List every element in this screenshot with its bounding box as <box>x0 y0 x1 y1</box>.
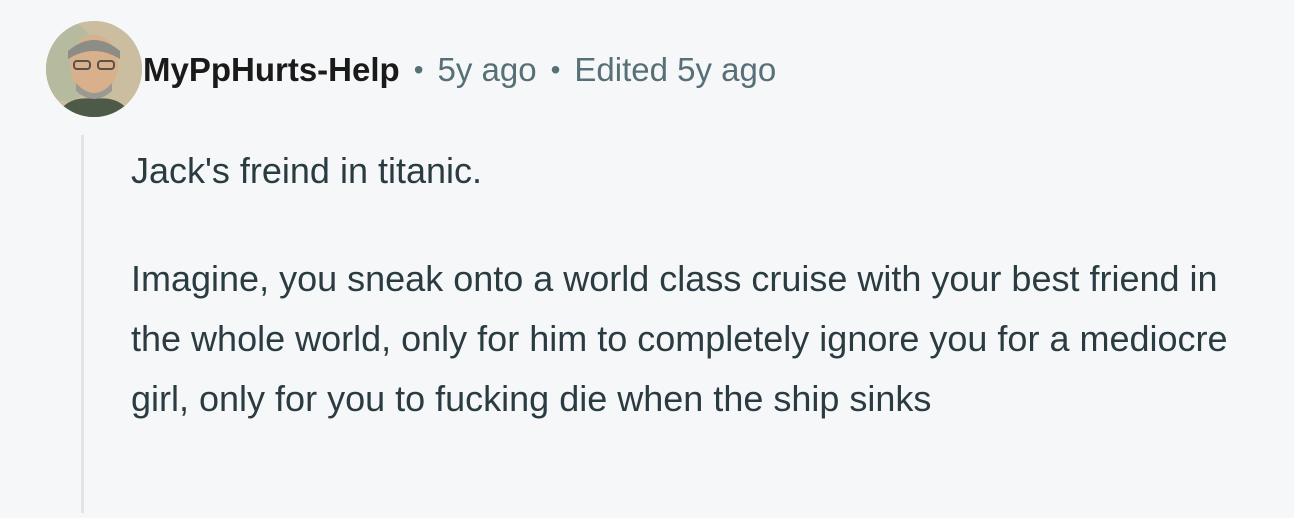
separator-dot: • <box>550 54 561 85</box>
author-link[interactable]: MyPpHurts-Help <box>143 51 400 89</box>
comment: MyPpHurts-Help • 5y ago • Edited 5y ago … <box>0 0 1294 518</box>
comment-paragraph: Jack's freind in titanic. <box>131 150 483 191</box>
comment-body: Jack's freind in titanic. Imagine, you s… <box>131 141 1271 429</box>
edited-label: Edited 5y ago <box>574 51 777 88</box>
timestamp[interactable]: 5y ago <box>438 51 537 89</box>
user-avatar-icon[interactable] <box>46 21 142 117</box>
comment-meta: MyPpHurts-Help • 5y ago • Edited 5y ago <box>143 48 776 92</box>
separator-dot: • <box>413 54 424 85</box>
thread-line[interactable] <box>81 135 84 513</box>
comment-paragraph: Imagine, you sneak onto a world class cr… <box>131 258 1228 419</box>
